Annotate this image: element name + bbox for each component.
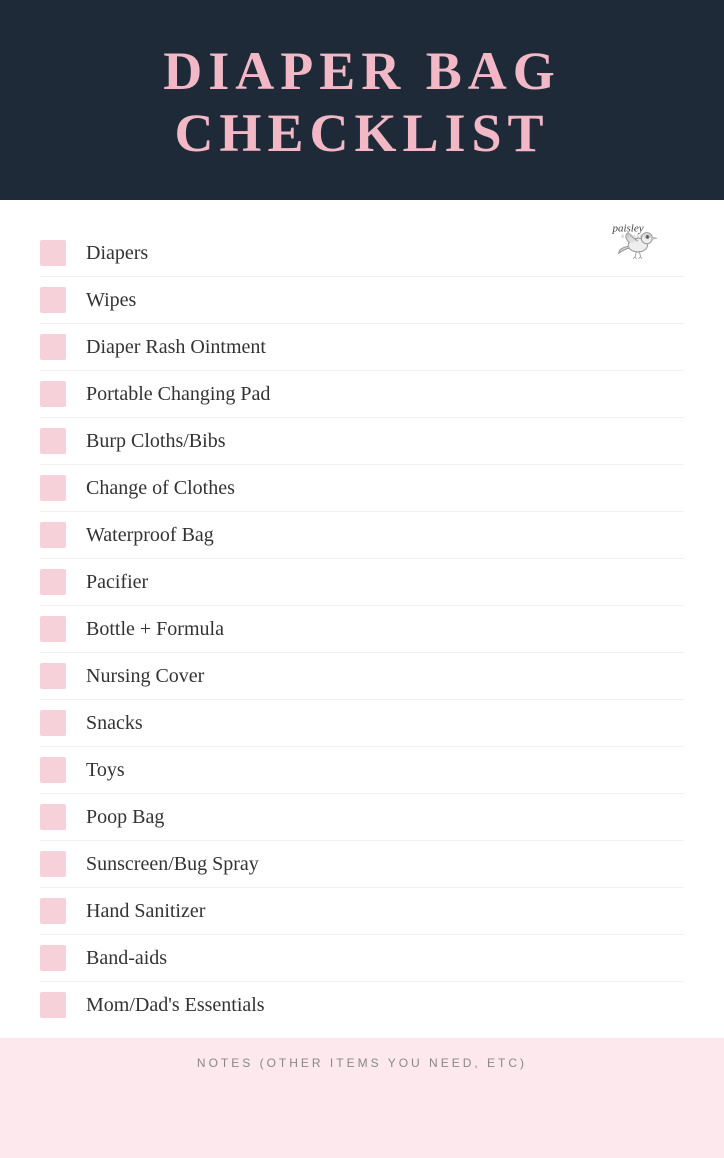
checkbox-item[interactable] <box>40 757 66 783</box>
list-item: Nursing Cover <box>40 653 684 700</box>
item-label: Change of Clothes <box>86 477 235 500</box>
item-label: Pacifier <box>86 571 148 594</box>
list-item: Bottle + Formula <box>40 606 684 653</box>
item-label: Hand Sanitizer <box>86 900 205 923</box>
checkbox-item[interactable] <box>40 475 66 501</box>
list-item: Poop Bag <box>40 794 684 841</box>
main-content: paisley & SPARROW Diapers Wipes Diaper Ras… <box>0 200 724 1038</box>
item-label: Burp Cloths/Bibs <box>86 430 225 453</box>
checkbox-item[interactable] <box>40 522 66 548</box>
checkbox-item[interactable] <box>40 710 66 736</box>
svg-text:& SPARROW: & SPARROW <box>621 234 652 239</box>
item-label: Nursing Cover <box>86 665 204 688</box>
item-label: Mom/Dad's Essentials <box>86 994 265 1017</box>
item-label: Diapers <box>86 242 148 265</box>
logo-area: paisley & SPARROW <box>609 218 664 268</box>
list-item: Sunscreen/Bug Spray <box>40 841 684 888</box>
notes-title: NOTES (OTHER ITEMS YOU NEED, ETC) <box>40 1056 684 1070</box>
list-item: Waterproof Bag <box>40 512 684 559</box>
checkbox-item[interactable] <box>40 381 66 407</box>
checkbox-item[interactable] <box>40 663 66 689</box>
list-item: Burp Cloths/Bibs <box>40 418 684 465</box>
list-item: Wipes <box>40 277 684 324</box>
list-item: Diaper Rash Ointment <box>40 324 684 371</box>
list-item: Hand Sanitizer <box>40 888 684 935</box>
checkbox-item[interactable] <box>40 240 66 266</box>
notes-section: NOTES (OTHER ITEMS YOU NEED, ETC) <box>0 1038 724 1158</box>
item-label: Snacks <box>86 712 143 735</box>
checkbox-item[interactable] <box>40 334 66 360</box>
item-label: Band-aids <box>86 947 167 970</box>
item-label: Wipes <box>86 289 136 312</box>
checkbox-item[interactable] <box>40 898 66 924</box>
header: DIAPER BAG CHECKLIST <box>0 0 724 200</box>
list-item: Diapers <box>40 230 684 277</box>
list-item: Pacifier <box>40 559 684 606</box>
checklist: Diapers Wipes Diaper Rash Ointment Portable… <box>40 230 684 1028</box>
checkbox-item[interactable] <box>40 992 66 1018</box>
item-label: Waterproof Bag <box>86 524 214 547</box>
brand-logo-icon: paisley & SPARROW <box>609 218 664 268</box>
item-label: Sunscreen/Bug Spray <box>86 853 259 876</box>
list-item: Portable Changing Pad <box>40 371 684 418</box>
checkbox-item[interactable] <box>40 616 66 642</box>
checkbox-item[interactable] <box>40 569 66 595</box>
checkbox-item[interactable] <box>40 851 66 877</box>
checkbox-item[interactable] <box>40 287 66 313</box>
item-label: Portable Changing Pad <box>86 383 270 406</box>
list-item: Snacks <box>40 700 684 747</box>
page-title: DIAPER BAG CHECKLIST <box>20 40 704 164</box>
list-item: Change of Clothes <box>40 465 684 512</box>
svg-text:paisley: paisley <box>611 223 643 235</box>
list-item: Band-aids <box>40 935 684 982</box>
item-label: Poop Bag <box>86 806 164 829</box>
checkbox-item[interactable] <box>40 428 66 454</box>
checkbox-item[interactable] <box>40 945 66 971</box>
item-label: Diaper Rash Ointment <box>86 336 266 359</box>
item-label: Bottle + Formula <box>86 618 224 641</box>
list-item: Toys <box>40 747 684 794</box>
item-label: Toys <box>86 759 125 782</box>
checkbox-item[interactable] <box>40 804 66 830</box>
list-item: Mom/Dad's Essentials <box>40 982 684 1028</box>
